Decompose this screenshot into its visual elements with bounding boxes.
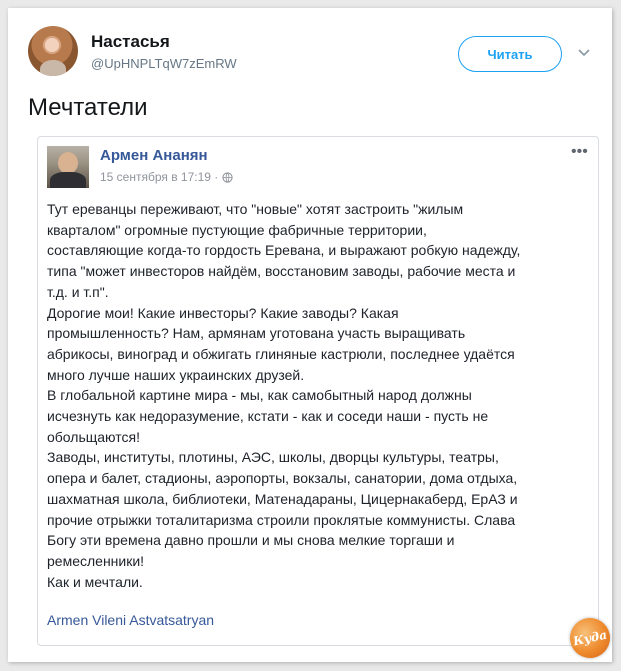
fb-post-meta: 15 сентября в 17:19 · [100,170,233,184]
more-options-icon[interactable]: ••• [571,143,588,161]
fb-post-text-line: обольщаются! [47,428,140,445]
tweet-author-handle[interactable]: @UpHNPLTqW7zEmRW [91,56,237,71]
fb-author-name[interactable]: Армен Ананян [100,147,208,164]
fb-post-text-line: прочие отрыжки тоталитаризма строили про… [47,511,516,528]
tweet-header: Настасья @UpHNPLTqW7zEmRW Читать [28,26,598,82]
fb-post-text-line: абрикосы, виноград и обжигать глиняные к… [47,345,515,362]
fb-post-text-line: типа "может инвесторов найдём, восстанов… [47,263,516,280]
fb-post-text-line: промышленность? Нам, армянам уготована у… [47,325,466,342]
fb-post-text-line: В глобальной картине мира - мы, как само… [47,387,472,404]
fb-post-text-line: Как и мечтали. [47,573,143,590]
fb-post-text-line: ремесленники! [47,552,145,569]
fb-post-text-line: Дорогие мои! Какие инвесторы? Какие заво… [47,304,399,321]
fb-post-text-line: Тут ереванцы переживают, что "новые" хот… [47,201,464,217]
fb-post-text-line: много лучше наших украинских друзей. [47,366,305,383]
fb-post-text-line: исчезнуть как недоразумение, кстати - ка… [47,408,489,425]
fb-post-text-line: опера и балет, стадионы, аэропорты, вокз… [47,470,518,487]
screenshot-frame: Настасья @UpHNPLTqW7zEmRW Читать Мечтате… [8,8,614,662]
fb-post-text-line: Заводы, институты, плотины, АЭС, школы, … [47,449,499,466]
fb-post-text-line: кварталом" огромные пустующие фабричные … [47,221,427,238]
fb-author-avatar[interactable] [47,146,89,188]
tweet-author-name[interactable]: Настасья [91,32,170,52]
fb-post-text-line: Богу эти времена давно прошли и мы снова… [47,532,455,549]
fb-post-text-line: шахматная школа, библиотеки, Матенадаран… [47,490,518,507]
globe-icon [222,171,233,183]
facebook-post-card: Армен Ананян 15 сентября в 17:19 · ••• Т… [37,136,599,646]
fb-post-signature: Armen Vileni Astvatsatryan [47,612,215,628]
tweet-text: Мечтатели [28,94,148,121]
fb-post-text-line: составляющие когда-то гордость Еревана, … [47,242,521,259]
tweet-author-avatar[interactable] [28,26,78,76]
fb-post-text-line: т.д. и т.п". [47,283,109,300]
chevron-down-icon[interactable] [576,44,592,60]
follow-button[interactable]: Читать [458,36,562,72]
fb-post-body: Тут ереванцы переживают, что "новые" хот… [47,199,595,592]
fb-post-timestamp[interactable]: 15 сентября в 17:19 · [100,170,218,184]
